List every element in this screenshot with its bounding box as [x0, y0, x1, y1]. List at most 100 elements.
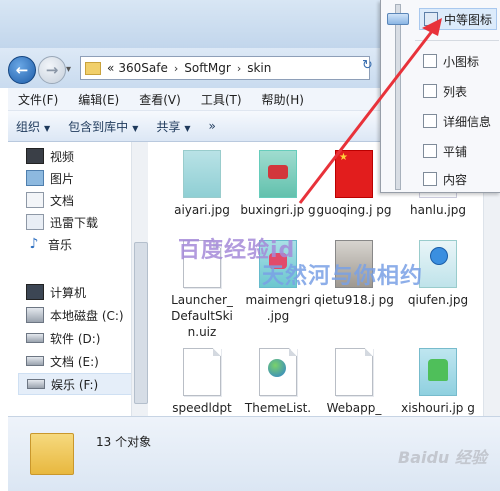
share-button[interactable]: 共享 ▼	[148, 118, 200, 135]
computer-icon	[26, 284, 44, 300]
hard-drive-icon	[27, 379, 45, 389]
baidu-logo: Baidu 经验	[398, 448, 487, 467]
address-prefix[interactable]: «	[105, 61, 116, 75]
medium-icons-icon	[424, 12, 438, 26]
forward-arrow-icon: →	[45, 61, 59, 79]
view-option-label: 列表	[443, 84, 468, 99]
document-file-icon	[183, 348, 221, 396]
menu-file[interactable]: 文件(F)	[8, 91, 68, 108]
menu-tools[interactable]: 工具(T)	[191, 91, 252, 108]
video-library-icon	[26, 148, 44, 164]
file-name: qietu918.j pg	[314, 293, 394, 307]
view-option-list[interactable]: 列表	[423, 80, 467, 102]
nav-item-drive-e[interactable]: 文档 (E:)	[26, 351, 99, 371]
nav-item-label: 软件 (D:)	[50, 331, 101, 346]
file-name: hanlu.jpg	[410, 203, 466, 217]
list-view-icon	[423, 84, 437, 98]
file-item[interactable]: aiyari.jpg	[162, 150, 242, 218]
navigation-pane: 视频 图片 文档 迅雷下载 ♪ 音乐 计算机 本地磁盘 (C:) 软件 (D:) …	[8, 142, 142, 416]
nav-item-thunder-downloads[interactable]: 迅雷下载	[26, 212, 98, 232]
nav-pane-scrollbar[interactable]	[131, 142, 149, 416]
menu-divider	[415, 40, 499, 41]
breadcrumb-separator-icon[interactable]: ›	[170, 62, 182, 75]
nav-item-drive-d[interactable]: 软件 (D:)	[26, 328, 100, 348]
nav-item-videos[interactable]: 视频	[26, 146, 74, 166]
file-name: maimengri .jpg	[245, 293, 311, 323]
view-option-label: 小图标	[443, 54, 480, 69]
image-thumbnail-icon	[183, 150, 221, 198]
content-view-icon	[423, 172, 437, 186]
folder-icon	[85, 61, 101, 75]
nav-item-label: 文档	[50, 193, 75, 208]
nav-item-pictures[interactable]: 图片	[26, 168, 74, 188]
xml-file-icon	[259, 348, 297, 396]
breadcrumb-separator-icon[interactable]: ›	[233, 62, 245, 75]
caret-down-icon: ▼	[44, 123, 51, 133]
icon-size-slider-track[interactable]	[395, 4, 401, 190]
music-note-icon: ♪	[29, 236, 39, 252]
view-option-medium-icons[interactable]: 中等图标	[419, 8, 497, 30]
image-thumbnail-icon	[259, 150, 297, 198]
file-item[interactable]: buxingri.jp g	[238, 150, 318, 218]
hard-drive-icon	[26, 333, 44, 343]
include-library-label: 包含到库中	[68, 119, 129, 134]
history-dropdown-icon[interactable]: ▾	[66, 64, 71, 75]
view-option-tiles[interactable]: 平铺	[423, 140, 467, 162]
nav-item-drive-c[interactable]: 本地磁盘 (C:)	[26, 305, 124, 325]
view-option-label: 中等图标	[444, 12, 493, 27]
details-view-icon	[423, 114, 437, 128]
menu-help[interactable]: 帮助(H)	[252, 91, 314, 108]
nav-item-label: 视频	[50, 149, 75, 164]
small-icons-icon	[423, 54, 437, 68]
nav-item-music[interactable]: ♪ 音乐	[26, 234, 72, 254]
document-library-icon	[26, 192, 44, 208]
scrollbar-thumb[interactable]	[134, 242, 148, 404]
breadcrumb-item[interactable]: 360Safe	[116, 61, 169, 75]
share-label: 共享	[156, 119, 181, 134]
watermark-text: 天然河与你相约	[262, 264, 424, 289]
view-options-menu: 中等图标 小图标 列表 详细信息 平铺 内容	[380, 0, 500, 193]
nav-item-computer[interactable]: 计算机	[26, 282, 86, 302]
view-option-content[interactable]: 内容	[423, 168, 467, 190]
back-button[interactable]: ←	[8, 56, 36, 84]
object-count: 13 个对象	[96, 435, 152, 449]
more-commands-button[interactable]: »	[201, 119, 226, 133]
file-item[interactable]: xishouri.jp g	[398, 348, 478, 416]
nav-item-label: 音乐	[48, 237, 73, 252]
folder-icon	[30, 433, 74, 475]
file-name: guoqing.j pg	[316, 203, 392, 217]
back-arrow-icon: ←	[15, 61, 29, 79]
nav-item-label: 娱乐 (F:)	[51, 377, 99, 392]
address-field[interactable]: « 360Safe › SoftMgr › skin	[80, 56, 370, 80]
menu-edit[interactable]: 编辑(E)	[68, 91, 129, 108]
forward-button[interactable]: →	[38, 56, 66, 84]
hard-drive-icon	[26, 356, 44, 366]
download-folder-icon	[26, 214, 44, 230]
icon-size-slider-handle[interactable]	[387, 13, 409, 26]
view-option-small-icons[interactable]: 小图标	[423, 50, 479, 72]
file-name: aiyari.jpg	[174, 203, 230, 217]
include-in-library-button[interactable]: 包含到库中 ▼	[60, 118, 148, 135]
windows-drive-icon	[26, 307, 44, 323]
file-name: Launcher_ DefaultSki n.uiz	[171, 293, 233, 339]
refresh-icon[interactable]: ↻	[362, 58, 373, 73]
nav-item-label: 迅雷下载	[50, 215, 99, 230]
nav-item-drive-f[interactable]: 娱乐 (F:)	[18, 373, 142, 395]
view-option-label: 详细信息	[443, 114, 492, 129]
organize-button[interactable]: 组织 ▼	[8, 118, 60, 135]
view-option-label: 内容	[443, 172, 468, 187]
organize-label: 组织	[16, 119, 41, 134]
document-file-icon	[335, 348, 373, 396]
caret-down-icon: ▼	[184, 123, 191, 133]
menu-view[interactable]: 查看(V)	[129, 91, 191, 108]
breadcrumb-item[interactable]: SoftMgr	[182, 61, 233, 75]
breadcrumb-item[interactable]: skin	[245, 61, 273, 75]
image-thumbnail-icon: ★	[335, 150, 373, 198]
file-name: buxingri.jp g	[240, 203, 316, 217]
view-option-details[interactable]: 详细信息	[423, 110, 491, 132]
tiles-view-icon	[423, 144, 437, 158]
nav-item-documents[interactable]: 文档	[26, 190, 74, 210]
file-name: xishouri.jp g	[401, 401, 475, 415]
view-option-label: 平铺	[443, 144, 468, 159]
image-thumbnail-icon	[419, 240, 457, 288]
